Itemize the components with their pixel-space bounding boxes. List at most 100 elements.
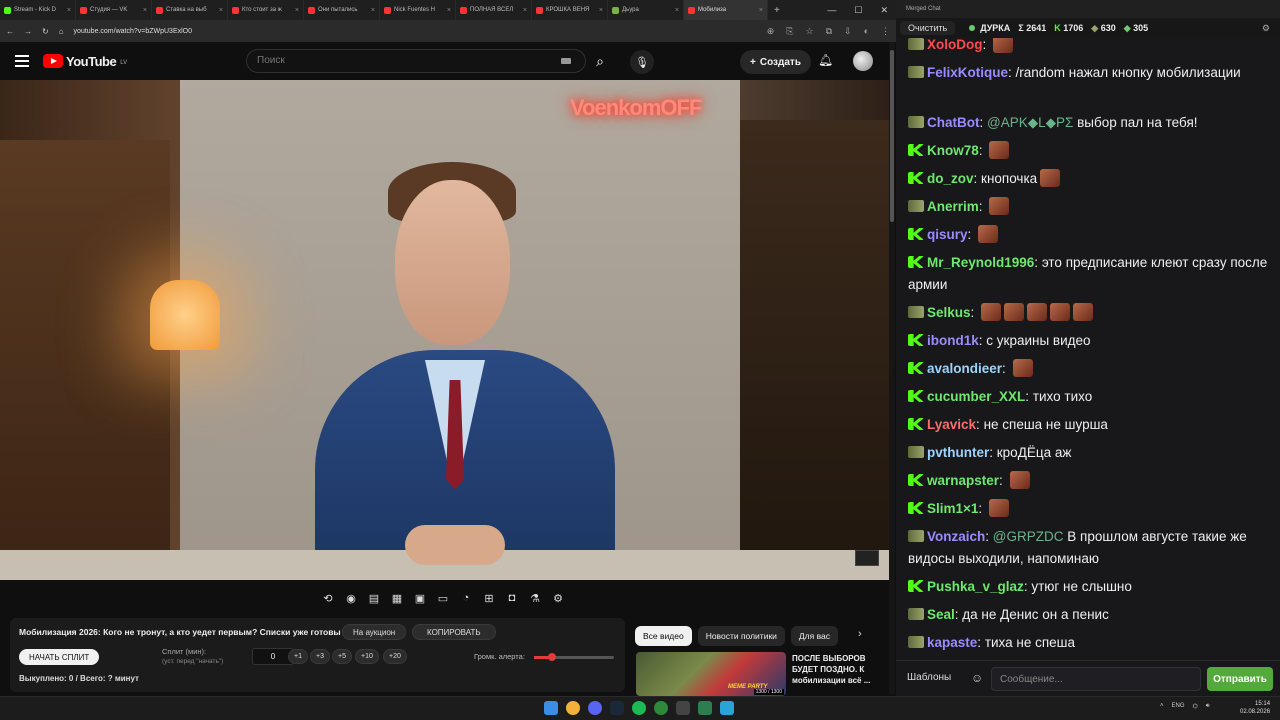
tab-close-icon[interactable]: × xyxy=(67,7,71,14)
chat-username[interactable]: avalondieer xyxy=(927,361,1002,376)
reload-icon[interactable]: ↻ xyxy=(42,27,49,36)
chat-username[interactable]: cucumber_XXL xyxy=(927,389,1025,404)
clear-chat-button[interactable]: Очистить xyxy=(900,21,956,35)
tab-close-icon[interactable]: × xyxy=(295,7,299,14)
chat-username[interactable]: Selkus xyxy=(927,305,971,320)
tray-chevron-icon[interactable]: ˄ xyxy=(1160,703,1164,710)
browser-tab[interactable]: Студия — VK × xyxy=(76,0,152,20)
increment-3-button[interactable]: +3 xyxy=(310,649,330,664)
chat-username[interactable]: Know78 xyxy=(927,143,979,158)
chat-username[interactable]: qisury xyxy=(927,227,968,242)
youtube-logo[interactable]: YouTube LV xyxy=(43,54,127,69)
video-player[interactable]: VoenkomOFF xyxy=(0,80,890,580)
profile-icon[interactable]: ◐ xyxy=(864,26,869,37)
tab-close-icon[interactable]: × xyxy=(447,7,451,14)
close-icon[interactable]: ✕ xyxy=(880,5,888,16)
url-field[interactable]: youtube.com/watch?v=bZWpU3ExlO0 xyxy=(74,28,192,35)
tab-close-icon[interactable]: × xyxy=(599,7,603,14)
alert-volume-knob[interactable] xyxy=(547,653,556,661)
spotify-icon[interactable] xyxy=(632,701,646,715)
alert-volume-slider[interactable] xyxy=(534,653,614,661)
emoji-icon[interactable]: ☺ xyxy=(971,671,983,685)
playlist-icon[interactable]: ▤ xyxy=(366,590,382,606)
chat-username[interactable]: Pushka_v_glaz xyxy=(927,579,1024,594)
increment-5-button[interactable]: +5 xyxy=(332,649,352,664)
search-input[interactable]: Поиск xyxy=(246,49,586,73)
chat-username[interactable]: kapaste xyxy=(927,635,977,650)
chat-username[interactable]: XoloDog xyxy=(927,38,983,52)
chat-username[interactable]: Vonzaich xyxy=(927,529,985,544)
telegram-icon[interactable] xyxy=(720,701,734,715)
speed-gauge-icon[interactable]: ◔ xyxy=(458,590,474,606)
home-icon[interactable]: ⌂ xyxy=(59,27,64,36)
tab-close-icon[interactable]: × xyxy=(219,7,223,14)
chrome-icon[interactable] xyxy=(566,701,580,715)
bookmark-star-icon[interactable]: ☆ xyxy=(806,26,814,37)
related-video-title[interactable]: ПОСЛЕ ВЫБОРОВ БУДЕТ ПОЗДНО. К мобилизаци… xyxy=(792,653,884,686)
forward-icon[interactable]: → xyxy=(24,27,32,36)
language-indicator[interactable]: ENG xyxy=(1172,703,1185,710)
chip-for-you[interactable]: Для вас xyxy=(790,626,838,646)
auction-button[interactable]: На аукцион xyxy=(342,624,407,640)
increment-1-button[interactable]: +1 xyxy=(288,649,308,664)
back-icon[interactable]: ← xyxy=(6,27,14,36)
chat-username[interactable]: ChatBot xyxy=(927,115,980,130)
notifications-bell-icon[interactable]: 🔔︎ xyxy=(818,53,833,67)
screenshot-icon[interactable]: ◘ xyxy=(504,590,520,606)
download-icon[interactable]: ⇩ xyxy=(844,26,852,37)
browser-tab[interactable]: Мобилиза × xyxy=(684,0,768,20)
chat-username[interactable]: Slim1×1 xyxy=(927,501,978,516)
settings-gear-icon[interactable]: ⚙ xyxy=(550,590,566,606)
tab-close-icon[interactable]: × xyxy=(759,7,763,14)
loop-icon[interactable]: ⟲ xyxy=(320,590,336,606)
browser-tab[interactable]: Кто стоит за ж × xyxy=(228,0,304,20)
increment-20-button[interactable]: +20 xyxy=(383,649,407,664)
chat-username[interactable]: FelixKotique xyxy=(927,65,1008,80)
keyboard-icon[interactable] xyxy=(561,58,571,64)
taskbar-clock[interactable]: 15:14 02.08.2026 xyxy=(1240,700,1270,716)
templates-button[interactable]: Шаблоны xyxy=(907,672,951,683)
page-scrollbar-thumb[interactable] xyxy=(890,50,894,222)
terminal-icon[interactable] xyxy=(676,701,690,715)
browser-tab[interactable]: КРОШКА ВЕНЯ × xyxy=(532,0,608,20)
network-icon[interactable]: ⌬ xyxy=(1193,703,1198,710)
voice-search-button[interactable]: 🎙︎ xyxy=(630,50,654,74)
new-tab-icon[interactable]: + xyxy=(774,5,780,16)
theater-mode-icon[interactable]: ▭ xyxy=(435,590,451,606)
browser-tab[interactable]: Они пытались × xyxy=(304,0,380,20)
increment-10-button[interactable]: +10 xyxy=(355,649,379,664)
hamburger-menu-icon[interactable] xyxy=(15,52,29,70)
tab-close-icon[interactable]: × xyxy=(371,7,375,14)
chat-username[interactable]: do_zov xyxy=(927,171,974,186)
copy-button[interactable]: КОПИРОВАТЬ xyxy=(412,624,496,640)
translate-icon[interactable]: ⎘ xyxy=(786,26,793,37)
browser-tab[interactable]: Ставка на выб × xyxy=(152,0,228,20)
volume-icon[interactable]: 🔊︎ xyxy=(1206,703,1210,710)
audio-icon[interactable]: ◉ xyxy=(343,590,359,606)
chat-username[interactable]: Lyavick xyxy=(927,417,976,432)
create-button[interactable]: + Создать xyxy=(740,50,811,74)
flask-icon[interactable]: ⚗ xyxy=(527,590,543,606)
steam-icon[interactable] xyxy=(610,701,624,715)
maximize-icon[interactable]: ☐ xyxy=(854,5,862,16)
tab-close-icon[interactable]: × xyxy=(675,7,679,14)
browser-tab[interactable]: Nick Fuentes H × xyxy=(380,0,456,20)
chat-mention[interactable]: @GRPZDC xyxy=(993,529,1064,544)
chips-next-chevron-icon[interactable]: › xyxy=(858,628,862,640)
chat-username[interactable]: Mr_Reynold1996 xyxy=(927,255,1034,270)
chip-all-videos[interactable]: Все видео xyxy=(635,626,692,646)
browser-menu-icon[interactable]: ⋮ xyxy=(881,26,890,37)
obs-icon[interactable] xyxy=(654,701,668,715)
page-scrollbar[interactable] xyxy=(889,42,895,694)
chat-username[interactable]: ibond1k xyxy=(927,333,979,348)
add-clip-icon[interactable]: ⊞ xyxy=(481,590,497,606)
browser-tab[interactable]: Дьура × xyxy=(608,0,684,20)
discord-icon[interactable] xyxy=(588,701,602,715)
picture-in-picture-icon[interactable]: ▣ xyxy=(412,590,428,606)
chat-username[interactable]: pvthunter xyxy=(927,445,989,460)
start-icon[interactable] xyxy=(544,701,558,715)
chat-settings-gear-icon[interactable]: ⚙ xyxy=(1262,23,1270,34)
related-video-thumbnail[interactable]: MEME PARTY 1300 / 1300 xyxy=(636,652,786,696)
chat-username[interactable]: Seal xyxy=(927,607,955,622)
user-avatar[interactable] xyxy=(853,51,873,71)
